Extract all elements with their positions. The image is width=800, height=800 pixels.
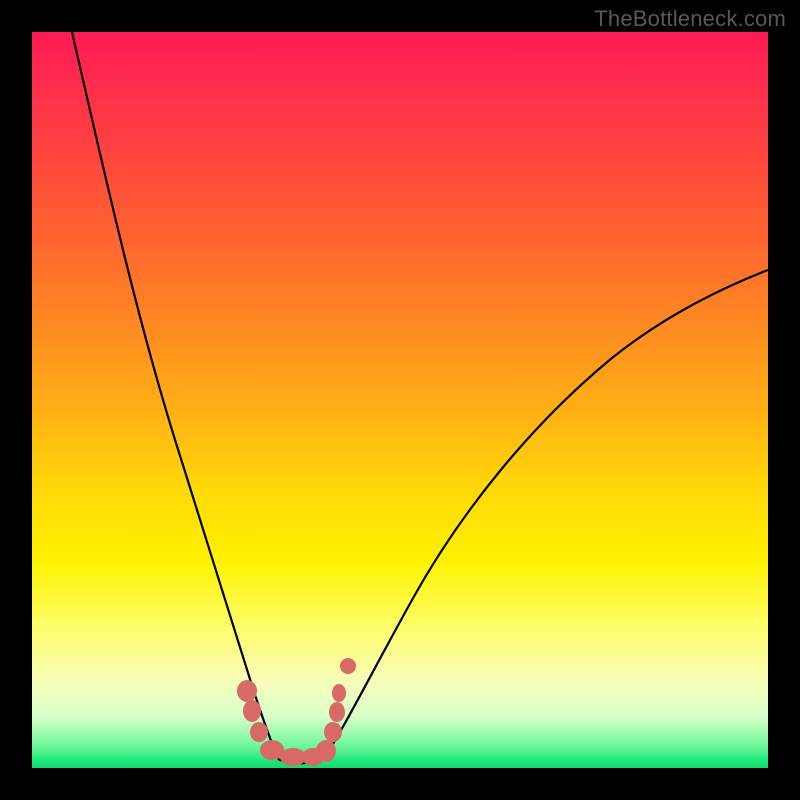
marker-dot xyxy=(324,722,342,742)
plot-area xyxy=(32,32,768,768)
bottleneck-curve xyxy=(32,32,768,768)
curve-left-branch xyxy=(72,32,278,759)
watermark-text: TheBottleneck.com xyxy=(594,6,786,32)
marker-dot xyxy=(332,684,346,702)
curve-right-branch xyxy=(324,270,768,758)
marker-dot xyxy=(316,740,336,762)
marker-dot xyxy=(340,658,356,674)
marker-dot xyxy=(329,702,345,722)
marker-dot xyxy=(250,722,268,742)
chart-frame: TheBottleneck.com xyxy=(0,0,800,800)
marker-dot xyxy=(243,700,261,722)
marker-dot xyxy=(237,680,257,702)
